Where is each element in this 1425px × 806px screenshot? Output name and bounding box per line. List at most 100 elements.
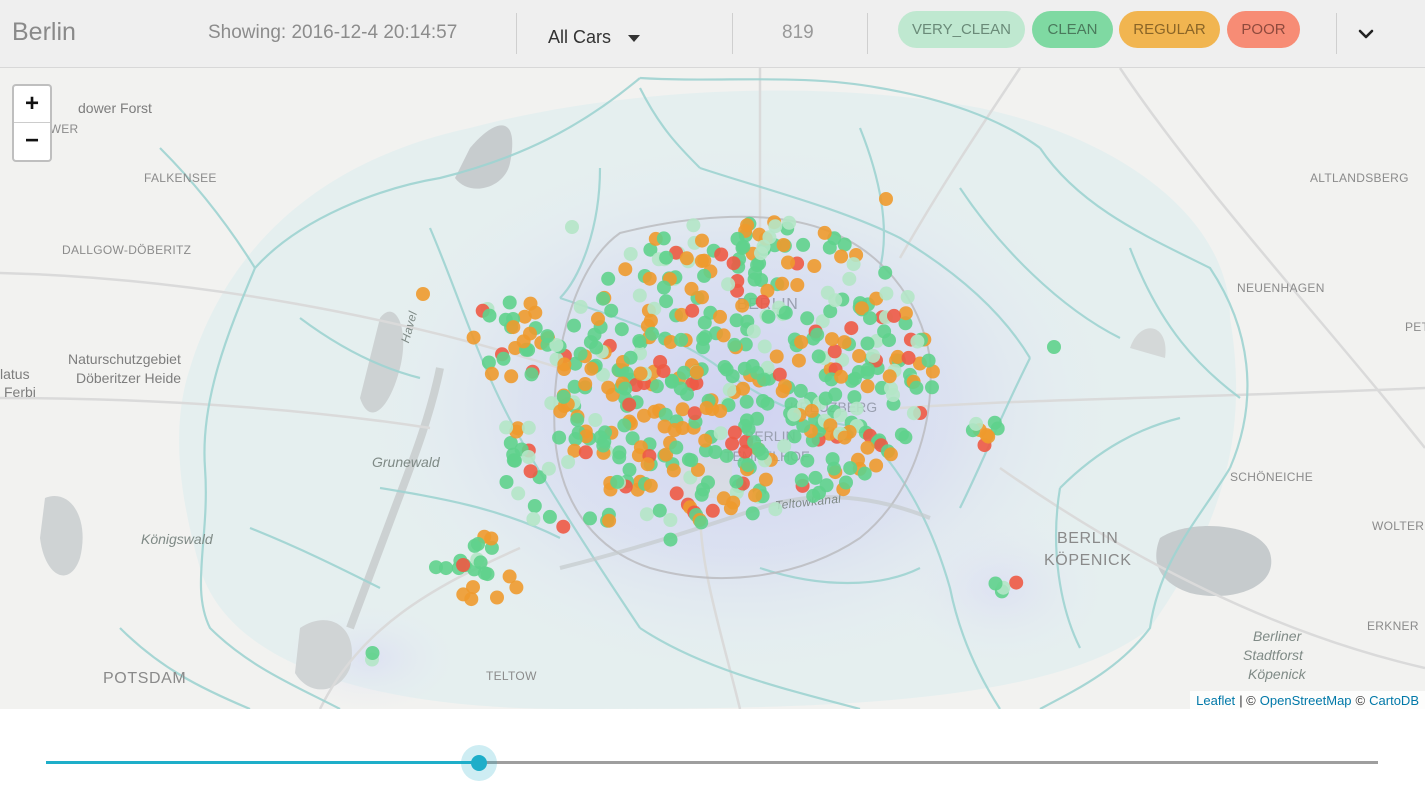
car-marker[interactable] [866, 348, 881, 363]
car-marker[interactable] [669, 486, 684, 501]
car-marker[interactable] [521, 450, 536, 464]
car-marker[interactable] [640, 457, 655, 472]
car-marker[interactable] [863, 311, 877, 326]
car-marker[interactable] [800, 311, 815, 326]
car-marker[interactable] [839, 475, 853, 490]
car-marker[interactable] [900, 290, 915, 304]
car-marker[interactable] [750, 258, 765, 273]
car-marker[interactable] [757, 372, 771, 387]
car-marker[interactable] [794, 473, 809, 488]
car-marker[interactable] [647, 301, 662, 316]
car-marker[interactable] [716, 328, 731, 343]
car-marker[interactable] [910, 334, 925, 349]
car-marker[interactable] [750, 411, 765, 426]
car-marker[interactable] [686, 218, 701, 233]
car-marker[interactable] [557, 357, 572, 372]
car-marker[interactable] [601, 380, 616, 395]
car-marker[interactable] [755, 446, 769, 461]
car-marker[interactable] [725, 436, 740, 451]
car-marker[interactable] [642, 271, 657, 286]
car-marker[interactable] [898, 306, 913, 321]
car-marker[interactable] [736, 381, 750, 396]
car-marker[interactable] [674, 332, 689, 347]
car-marker[interactable] [758, 472, 773, 487]
car-marker[interactable] [878, 265, 893, 280]
car-marker[interactable] [906, 406, 921, 421]
car-marker[interactable] [860, 379, 875, 394]
car-marker[interactable] [808, 470, 823, 485]
car-marker[interactable] [578, 377, 593, 391]
car-marker[interactable] [987, 415, 1002, 430]
car-marker[interactable] [565, 220, 579, 234]
leaflet-link[interactable]: Leaflet [1196, 693, 1235, 708]
zoom-out-button[interactable]: − [14, 123, 50, 159]
car-marker[interactable] [1009, 575, 1024, 590]
car-marker[interactable] [602, 513, 617, 528]
car-marker[interactable] [617, 418, 632, 433]
car-marker[interactable] [484, 366, 499, 381]
car-marker[interactable] [769, 349, 784, 364]
car-marker[interactable] [542, 509, 557, 524]
car-marker[interactable] [601, 271, 616, 286]
car-marker[interactable] [521, 420, 536, 435]
car-marker[interactable] [847, 371, 862, 386]
car-marker[interactable] [825, 332, 839, 347]
car-marker[interactable] [685, 303, 700, 318]
car-marker[interactable] [612, 445, 627, 460]
car-marker[interactable] [632, 288, 647, 303]
car-marker[interactable] [834, 369, 849, 384]
car-marker[interactable] [988, 576, 1003, 591]
car-marker[interactable] [694, 487, 709, 502]
car-marker[interactable] [496, 351, 511, 366]
car-marker[interactable] [663, 513, 678, 527]
car-marker[interactable] [523, 464, 538, 479]
car-marker[interactable] [787, 407, 802, 422]
car-marker[interactable] [748, 488, 763, 503]
car-marker[interactable] [567, 318, 581, 333]
car-marker[interactable] [852, 349, 867, 363]
car-marker[interactable] [499, 420, 514, 435]
car-marker[interactable] [673, 381, 688, 396]
car-marker[interactable] [794, 335, 809, 349]
openstreetmap-link[interactable]: OpenStreetMap [1260, 693, 1352, 708]
car-marker[interactable] [633, 366, 648, 381]
car-marker[interactable] [507, 453, 522, 468]
car-marker[interactable] [901, 350, 916, 365]
car-marker[interactable] [843, 461, 858, 476]
car-marker[interactable] [768, 502, 783, 517]
car-markers-layer[interactable] [0, 68, 1425, 709]
car-marker[interactable] [524, 367, 539, 382]
filter-poor-button[interactable]: POOR [1227, 11, 1300, 48]
car-marker[interactable] [713, 309, 727, 324]
zoom-in-button[interactable]: + [14, 86, 50, 122]
car-marker[interactable] [561, 455, 576, 469]
car-marker[interactable] [639, 507, 654, 522]
car-marker[interactable] [696, 332, 711, 346]
car-marker[interactable] [439, 561, 453, 576]
car-marker[interactable] [757, 339, 772, 354]
car-marker[interactable] [804, 403, 819, 418]
car-marker[interactable] [649, 379, 664, 394]
car-marker[interactable] [887, 308, 901, 323]
filter-regular-button[interactable]: REGULAR [1119, 11, 1220, 48]
car-marker[interactable] [793, 383, 808, 398]
car-marker[interactable] [846, 257, 861, 272]
car-marker[interactable] [857, 466, 872, 481]
car-marker[interactable] [886, 388, 900, 402]
car-marker[interactable] [556, 389, 571, 404]
car-marker[interactable] [552, 430, 567, 445]
car-marker[interactable] [745, 506, 760, 521]
car-marker[interactable] [523, 296, 538, 311]
car-marker[interactable] [541, 461, 556, 476]
car-marker[interactable] [695, 290, 709, 305]
car-marker[interactable] [456, 558, 471, 572]
car-marker[interactable] [506, 320, 521, 335]
car-marker[interactable] [778, 305, 793, 320]
car-marker[interactable] [811, 349, 826, 364]
car-marker[interactable] [591, 311, 605, 326]
car-marker[interactable] [842, 271, 857, 286]
car-marker[interactable] [741, 458, 755, 472]
filter-clean-button[interactable]: CLEAN [1032, 11, 1113, 48]
car-marker[interactable] [689, 365, 704, 380]
car-marker[interactable] [652, 503, 667, 518]
